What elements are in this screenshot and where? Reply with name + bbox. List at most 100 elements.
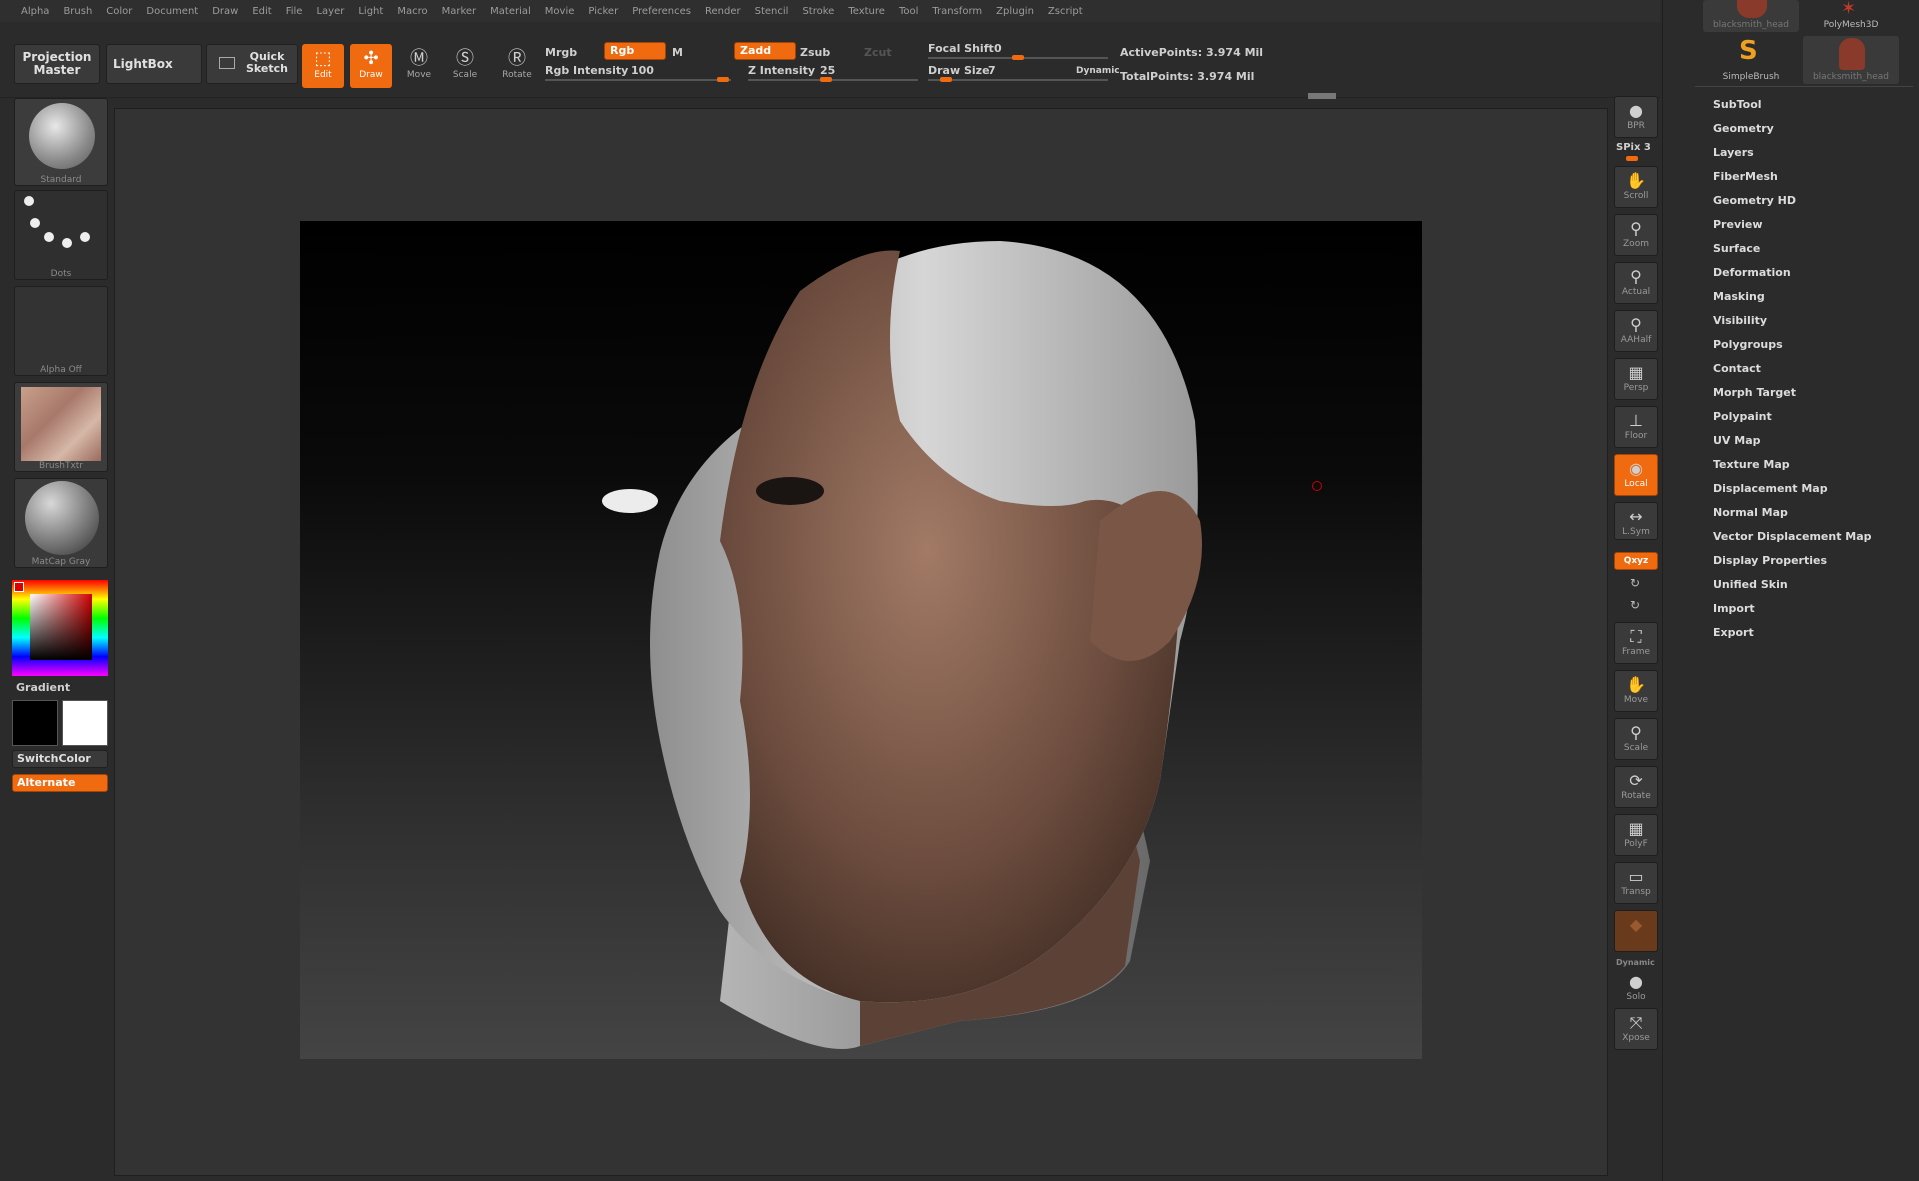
rotate-z-icon[interactable]: ↻: [1630, 598, 1640, 612]
document-canvas[interactable]: [300, 221, 1422, 1059]
rotate-y-icon[interactable]: ↻: [1630, 576, 1640, 590]
mrgb-toggle[interactable]: Mrgb: [545, 46, 577, 59]
tool-menu-surface[interactable]: Surface: [1713, 242, 1760, 255]
menu-stencil[interactable]: Stencil: [748, 6, 796, 17]
scroll-button[interactable]: ✋ Scroll: [1614, 166, 1658, 208]
tool-menu-display-properties[interactable]: Display Properties: [1713, 554, 1827, 567]
lightbox-button[interactable]: LightBox: [106, 44, 202, 84]
color-saturation-field[interactable]: [30, 594, 92, 660]
tool-menu-contact[interactable]: Contact: [1713, 362, 1761, 375]
tool-thumb-simplebrush[interactable]: S SimpleBrush: [1703, 36, 1799, 84]
menu-render[interactable]: Render: [698, 6, 748, 17]
draw-size-slider[interactable]: Draw Size 7 Dynamic: [928, 64, 1120, 84]
rgb-intensity-knob[interactable]: [717, 77, 729, 82]
scale-button[interactable]: Ⓢ Scale: [444, 44, 486, 88]
spix-slider[interactable]: SPix 3: [1616, 142, 1651, 153]
projection-master-button[interactable]: Projection Master: [14, 44, 100, 84]
menu-zscript[interactable]: Zscript: [1041, 6, 1090, 17]
tool-menu-normal-map[interactable]: Normal Map: [1713, 506, 1788, 519]
tool-menu-layers[interactable]: Layers: [1713, 146, 1754, 159]
menu-stroke[interactable]: Stroke: [795, 6, 841, 17]
edit-button[interactable]: ⬚ Edit: [302, 44, 344, 88]
tool-thumb-blacksmith-head[interactable]: blacksmith_head: [1703, 0, 1799, 32]
head-model-view[interactable]: [300, 221, 1422, 1059]
menu-material[interactable]: Material: [483, 6, 538, 17]
scale-view-button[interactable]: ⚲ Scale: [1614, 718, 1658, 760]
menu-edit[interactable]: Edit: [245, 6, 278, 17]
zsub-toggle[interactable]: Zsub: [800, 46, 830, 59]
focal-shift-knob[interactable]: [1012, 55, 1024, 60]
alpha-selector[interactable]: Alpha Off: [14, 286, 108, 376]
tool-menu-subtool[interactable]: SubTool: [1713, 98, 1762, 111]
tool-menu-fibermesh[interactable]: FiberMesh: [1713, 170, 1778, 183]
menu-tool[interactable]: Tool: [892, 6, 925, 17]
menu-color[interactable]: Color: [99, 6, 139, 17]
focal-shift-slider[interactable]: Focal Shift 0: [928, 40, 1108, 60]
menu-brush[interactable]: Brush: [56, 6, 99, 17]
frame-button[interactable]: ⛶ Frame: [1614, 622, 1658, 664]
zadd-toggle[interactable]: Zadd: [734, 42, 796, 60]
menu-macro[interactable]: Macro: [390, 6, 434, 17]
persp-button[interactable]: ▦ Persp: [1614, 358, 1658, 400]
tool-menu-polygroups[interactable]: Polygroups: [1713, 338, 1783, 351]
rotate-button[interactable]: Ⓡ Rotate: [496, 44, 538, 88]
bpr-button[interactable]: ● BPR: [1614, 96, 1658, 138]
xyz-toggle[interactable]: Qxyz: [1614, 552, 1658, 570]
tool-menu-deformation[interactable]: Deformation: [1713, 266, 1791, 279]
material-selector[interactable]: MatCap Gray: [14, 478, 108, 568]
quick-sketch-button[interactable]: Quick Sketch: [206, 44, 298, 84]
menu-texture[interactable]: Texture: [841, 6, 892, 17]
tool-menu-preview[interactable]: Preview: [1713, 218, 1763, 231]
brush-selector[interactable]: Standard: [14, 98, 108, 186]
tool-menu-morph-target[interactable]: Morph Target: [1713, 386, 1796, 399]
tool-menu-uv-map[interactable]: UV Map: [1713, 434, 1761, 447]
alternate-button[interactable]: Alternate: [12, 774, 108, 792]
move-button[interactable]: Ⓜ Move: [398, 44, 440, 88]
rgb-toggle[interactable]: Rgb: [604, 42, 666, 60]
tool-thumb-polymesh3d[interactable]: ✶ PolyMesh3D: [1803, 0, 1899, 32]
tool-menu-displacement-map[interactable]: Displacement Map: [1713, 482, 1828, 495]
local-button[interactable]: ◉ Local: [1614, 454, 1658, 496]
tool-menu-geometry[interactable]: Geometry: [1713, 122, 1774, 135]
menu-transform[interactable]: Transform: [925, 6, 989, 17]
xpose-button[interactable]: ⤧ Xpose: [1614, 1008, 1658, 1050]
menu-preferences[interactable]: Preferences: [625, 6, 698, 17]
tool-menu-geometry-hd[interactable]: Geometry HD: [1713, 194, 1796, 207]
stroke-selector[interactable]: Dots: [14, 190, 108, 280]
floor-button[interactable]: ⊥ Floor: [1614, 406, 1658, 448]
menu-draw[interactable]: Draw: [205, 6, 245, 17]
secondary-color-swatch[interactable]: [62, 700, 108, 746]
switch-color-button[interactable]: SwitchColor: [12, 750, 108, 768]
dynamic-toggle[interactable]: Dynamic: [1076, 66, 1120, 76]
color-picker[interactable]: [12, 580, 108, 676]
transp-button[interactable]: ▭ Transp: [1614, 862, 1658, 904]
menu-light[interactable]: Light: [351, 6, 390, 17]
rgb-intensity-slider[interactable]: Rgb Intensity 100: [545, 64, 731, 82]
draw-button[interactable]: ✣ Draw: [350, 44, 392, 88]
actual-button[interactable]: ⚲ Actual: [1614, 262, 1658, 304]
z-intensity-knob[interactable]: [820, 77, 832, 82]
move-view-button[interactable]: ✋ Move: [1614, 670, 1658, 712]
m-toggle[interactable]: M: [672, 46, 683, 59]
gradient-toggle[interactable]: Gradient: [16, 681, 70, 694]
shelf-scroll-handle[interactable]: [1308, 93, 1336, 99]
ghost-button[interactable]: ◆: [1614, 910, 1658, 952]
texture-selector[interactable]: BrushTxtr: [14, 382, 108, 472]
polyf-button[interactable]: ▦ PolyF: [1614, 814, 1658, 856]
menu-zplugin[interactable]: Zplugin: [989, 6, 1041, 17]
tool-menu-visibility[interactable]: Visibility: [1713, 314, 1767, 327]
solo-button[interactable]: ● Solo: [1614, 968, 1658, 1006]
spix-knob[interactable]: [1626, 156, 1638, 161]
menu-file[interactable]: File: [279, 6, 310, 17]
menu-alpha[interactable]: Alpha: [14, 6, 56, 17]
menu-picker[interactable]: Picker: [581, 6, 625, 17]
tool-menu-unified-skin[interactable]: Unified Skin: [1713, 578, 1788, 591]
menu-movie[interactable]: Movie: [538, 6, 582, 17]
rotate-view-button[interactable]: ⟳ Rotate: [1614, 766, 1658, 808]
tool-menu-export[interactable]: Export: [1713, 626, 1754, 639]
menu-document[interactable]: Document: [139, 6, 205, 17]
main-color-swatch[interactable]: [12, 700, 58, 746]
menu-layer[interactable]: Layer: [309, 6, 351, 17]
tool-menu-import[interactable]: Import: [1713, 602, 1755, 615]
zoom-button[interactable]: ⚲ Zoom: [1614, 214, 1658, 256]
